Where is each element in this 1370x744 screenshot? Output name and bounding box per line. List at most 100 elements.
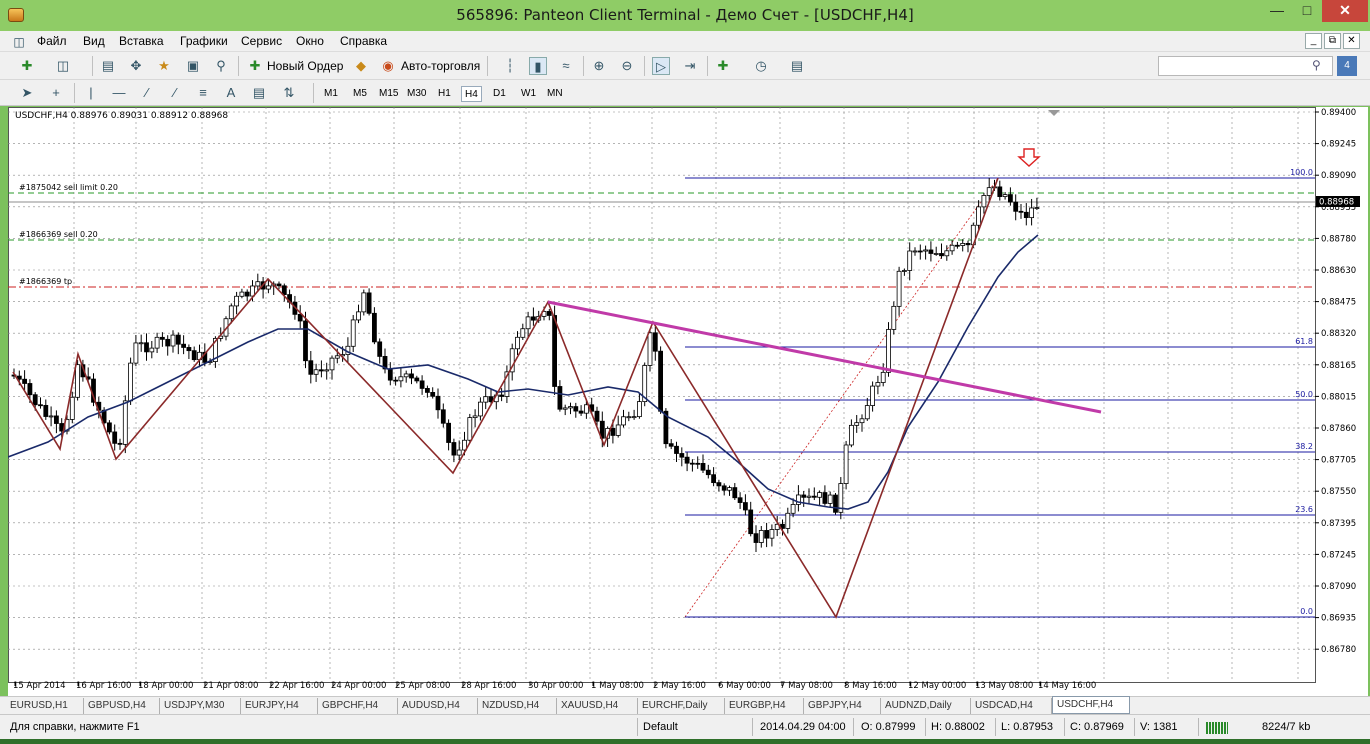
candle-body <box>976 206 981 226</box>
timeframe-m30[interactable]: M30 <box>404 86 429 102</box>
new-order-icon[interactable]: ✚ <box>246 57 264 75</box>
tab-usdchf-h4[interactable]: USDCHF,H4 <box>1052 696 1130 714</box>
tab-gbpchf-h4[interactable]: GBPCHF,H4 <box>318 698 398 714</box>
mdi-close-icon[interactable]: ✕ <box>1343 33 1360 49</box>
menu-view[interactable]: Вид <box>83 34 105 48</box>
bar-chart-icon[interactable]: ┆ <box>501 57 519 75</box>
candle-body <box>22 378 28 384</box>
auto-trading-button[interactable]: Авто-торговля <box>401 59 480 73</box>
candle-body <box>1034 207 1040 210</box>
menu-help[interactable]: Справка <box>340 34 387 48</box>
chart-window-icon[interactable]: ◫ <box>10 33 28 51</box>
candle-body <box>122 400 128 445</box>
candle-body <box>870 385 875 406</box>
search-input[interactable] <box>1158 56 1333 76</box>
timeframe-w1[interactable]: W1 <box>518 86 539 102</box>
cursor-icon[interactable]: ➤ <box>18 84 36 102</box>
horizontal-line-icon[interactable]: — <box>110 84 128 102</box>
new-chart-icon[interactable]: ✚ <box>18 57 36 75</box>
candle-body <box>732 487 738 499</box>
time-label: 24 Apr 00:00 <box>331 681 386 691</box>
menu-file[interactable]: Файл <box>37 34 67 48</box>
periods-icon[interactable]: ◷ <box>752 57 770 75</box>
tab-usdjpy-m30[interactable]: USDJPY,M30 <box>160 698 241 714</box>
tab-nzdusd-h4[interactable]: NZDUSD,H4 <box>478 698 557 714</box>
zoom-in-icon[interactable]: ⊕ <box>590 57 608 75</box>
menu-tools[interactable]: Сервис <box>241 34 282 48</box>
profiles-icon[interactable]: ◫ <box>54 57 72 75</box>
navigator-icon[interactable]: ✥ <box>127 57 145 75</box>
minimize-icon[interactable]: — <box>1262 0 1292 22</box>
line-chart-icon[interactable]: ≈ <box>557 57 575 75</box>
tab-eurchf-daily[interactable]: EURCHF,Daily <box>638 698 725 714</box>
mdi-restore-icon[interactable]: ⧉ <box>1324 33 1341 49</box>
candle-body <box>32 394 38 406</box>
candle-body <box>647 332 653 366</box>
timeframe-d1[interactable]: D1 <box>490 86 509 102</box>
favorites-icon[interactable]: ★ <box>155 57 173 75</box>
time-label: 14 May 16:00 <box>1038 681 1096 691</box>
candle-body <box>366 292 372 314</box>
timeframe-m15[interactable]: M15 <box>376 86 401 102</box>
tab-eurjpy-h4[interactable]: EURJPY,H4 <box>241 698 318 714</box>
menu-charts[interactable]: Графики <box>180 34 228 48</box>
timeframe-m5[interactable]: M5 <box>350 86 370 102</box>
market-watch-icon[interactable]: ▤ <box>99 57 117 75</box>
candle-body <box>652 332 658 352</box>
auto-trading-icon[interactable]: ◉ <box>379 57 397 75</box>
tab-audusd-h4[interactable]: AUDUSD,H4 <box>398 698 478 714</box>
chart-window[interactable]: 0.89400 0.89245 0.89090 0.88935 0.88780 0.886… <box>8 107 1368 696</box>
fibonacci-icon[interactable]: ≡ <box>194 84 212 102</box>
price-label: 0.87395 <box>1321 519 1356 529</box>
candle-body <box>584 404 589 414</box>
price-label: 0.88780 <box>1321 234 1356 244</box>
templates-icon[interactable]: ▤ <box>788 57 806 75</box>
order-label-tp: #1866369 tp <box>19 277 73 286</box>
tab-xauusd-h4[interactable]: XAUUSD,H4 <box>557 698 638 714</box>
status-datetime: 2014.04.29 04:00 <box>760 721 846 733</box>
equidistant-channel-icon[interactable]: ∕ <box>166 84 184 102</box>
candle-body <box>149 347 155 353</box>
status-low: L: 0.87953 <box>1001 721 1053 733</box>
new-order-button[interactable]: Новый Ордер <box>267 59 343 73</box>
text-tool-icon[interactable]: A <box>222 84 240 102</box>
expert-icon[interactable]: ◆ <box>352 57 370 75</box>
tab-usdcad-h4[interactable]: USDCAD,H4 <box>971 698 1052 714</box>
close-icon[interactable]: ✕ <box>1322 0 1368 22</box>
messages-icon[interactable]: 4 <box>1337 56 1357 76</box>
timeframe-h4[interactable]: H4 <box>461 86 482 102</box>
menu-insert[interactable]: Вставка <box>119 34 164 48</box>
maximize-icon[interactable]: □ <box>1292 0 1322 22</box>
tab-gbpusd-h4[interactable]: GBPUSD,H4 <box>84 698 160 714</box>
terminal-icon[interactable]: ▣ <box>184 57 202 75</box>
fib-level-label: 23.6 <box>1295 505 1313 514</box>
zoom-out-icon[interactable]: ⊖ <box>618 57 636 75</box>
chart-shift-icon[interactable]: ⇥ <box>681 57 699 75</box>
indicators-icon[interactable]: ✚ <box>714 57 732 75</box>
search-icon[interactable]: ⚲ <box>1312 58 1321 72</box>
trendline-icon[interactable]: ∕ <box>138 84 156 102</box>
vertical-line-icon[interactable]: | <box>82 84 100 102</box>
arrows-icon[interactable]: ⇅ <box>280 84 298 102</box>
tab-eurgbp-h4[interactable]: EURGBP,H4 <box>725 698 804 714</box>
mdi-minimize-icon[interactable]: _ <box>1305 33 1322 49</box>
timeframe-m1[interactable]: M1 <box>321 86 341 102</box>
candle-body <box>912 250 918 253</box>
price-label: 0.89090 <box>1321 171 1356 181</box>
price-chart[interactable]: 0.894000.892450.890900.889350.887800.886… <box>8 107 1368 696</box>
text-label-icon[interactable]: ▤ <box>250 84 268 102</box>
chart-header: USDCHF,H4 0.88976 0.89031 0.88912 0.8896… <box>15 111 229 121</box>
candle-body <box>562 407 568 410</box>
tab-audnzd-daily[interactable]: AUDNZD,Daily <box>881 698 971 714</box>
autoscroll-icon[interactable]: ▷ <box>652 57 670 75</box>
timeframe-mn[interactable]: MN <box>544 86 566 102</box>
crosshair-icon[interactable]: + <box>47 84 65 102</box>
candle-body <box>997 186 1003 197</box>
menu-window[interactable]: Окно <box>296 34 324 48</box>
tester-icon[interactable]: ⚲ <box>212 57 230 75</box>
candle-body <box>743 502 748 511</box>
candles-icon[interactable]: ▮ <box>529 57 547 75</box>
tab-gbpjpy-h4[interactable]: GBPJPY,H4 <box>804 698 881 714</box>
tab-eurusd-h1[interactable]: EURUSD,H1 <box>6 698 84 714</box>
timeframe-h1[interactable]: H1 <box>435 86 454 102</box>
